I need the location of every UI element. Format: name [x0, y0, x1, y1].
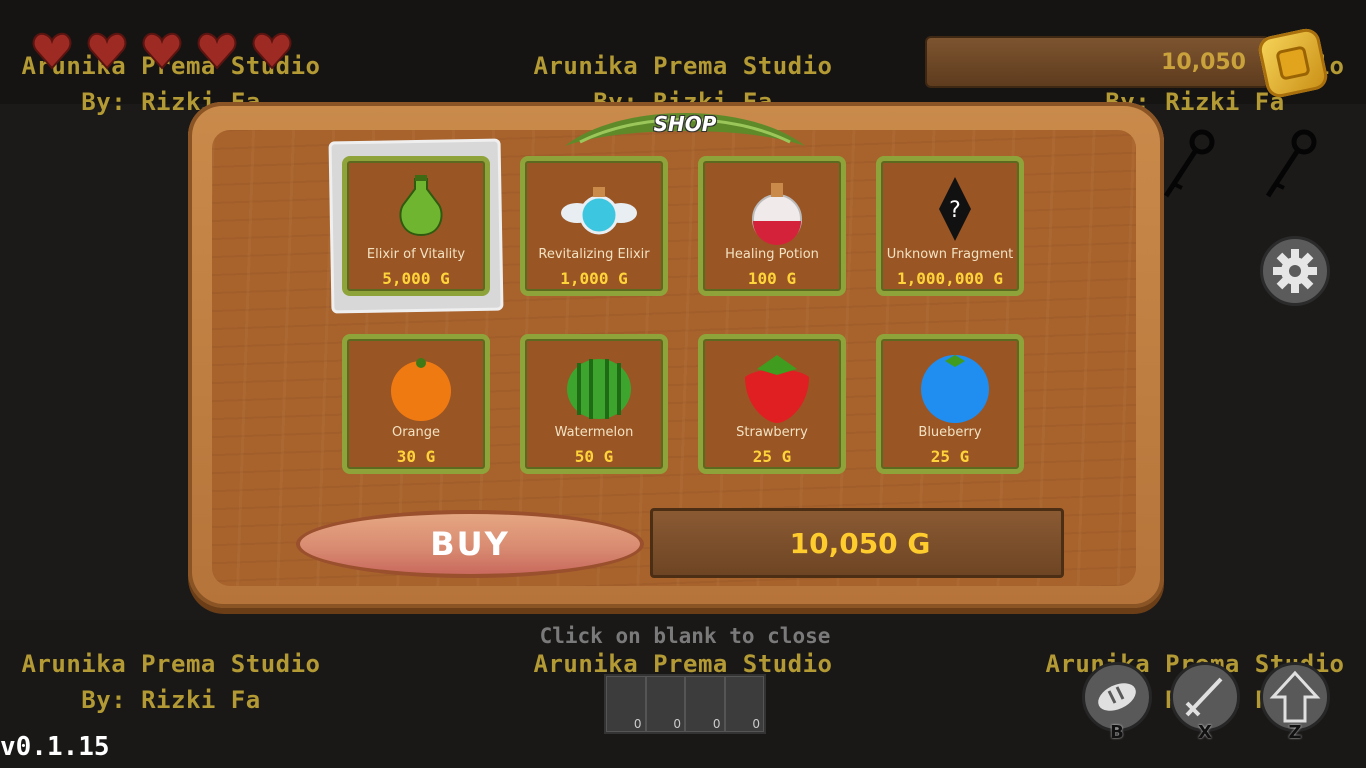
- shop-item-price: 1,000,000 G: [897, 269, 1003, 288]
- inventory-slot[interactable]: 0: [685, 676, 725, 732]
- version-label: v0.1.15: [0, 732, 110, 762]
- total-price-board: 10,050 G: [650, 508, 1064, 578]
- shop-item-slot[interactable]: Orange 30 G: [342, 334, 490, 474]
- coin-icon: [1256, 26, 1330, 100]
- total-price: 10,050 G: [789, 527, 931, 560]
- watermark-studio: Arunika Prema Studio: [533, 52, 833, 80]
- up-arrow-icon: [1269, 670, 1321, 723]
- heart-icon: [142, 32, 182, 70]
- shop-item-slot[interactable]: Blueberry 25 G: [876, 334, 1024, 474]
- shop-title: SHOP: [653, 112, 717, 136]
- inventory-slot[interactable]: 0: [645, 676, 685, 732]
- inventory-slot[interactable]: 0: [606, 676, 646, 732]
- inventory-count: 0: [712, 717, 721, 731]
- heart-icon: [252, 32, 292, 70]
- watermelon-icon: [567, 359, 631, 419]
- shop-item-name: Strawberry: [736, 425, 808, 440]
- heart-icon: [32, 32, 72, 70]
- shop-item-price: 25 G: [930, 447, 970, 466]
- blueberry-icon: [921, 355, 989, 423]
- shop-item-price: 1,000 G: [560, 269, 628, 288]
- shop-item-slot[interactable]: Watermelon 50 G: [520, 334, 668, 474]
- heart-icon: [87, 32, 127, 70]
- shop-item-name: Revitalizing Elixir: [538, 247, 650, 262]
- heart-icon: [197, 32, 237, 70]
- key-icon: [1265, 129, 1317, 198]
- svg-text:?: ?: [949, 198, 961, 223]
- buy-button[interactable]: BUY: [296, 510, 644, 578]
- shop-item-name: Unknown Fragment: [886, 247, 1014, 262]
- shop-item-slot[interactable]: Revitalizing Elixir 1,000 G: [520, 156, 668, 296]
- buy-button-label: BUY: [430, 525, 510, 563]
- winged-elixir-icon: [561, 187, 637, 235]
- action-key-x: X: [1198, 722, 1212, 743]
- green-elixir-icon: [399, 175, 443, 237]
- mystery-fragment-icon: ?: [939, 177, 971, 241]
- shop-item-name: Healing Potion: [725, 247, 819, 262]
- inventory-slot[interactable]: 0: [724, 676, 764, 732]
- shop-item-slot[interactable]: Strawberry 25 G: [698, 334, 846, 474]
- shop-item-name: Orange: [391, 425, 441, 440]
- gear-icon: [1273, 249, 1317, 293]
- action-key-z: Z: [1288, 722, 1302, 743]
- shop-item-slot[interactable]: Healing Potion 100 G: [698, 156, 846, 296]
- inventory-count: 0: [752, 717, 760, 731]
- inventory-count: 0: [633, 717, 642, 731]
- shop-item-price: 30 G: [396, 447, 436, 466]
- inventory-count: 0: [673, 717, 681, 731]
- sword-icon: [1185, 677, 1223, 717]
- shop-item-name: Blueberry: [918, 425, 982, 440]
- watermark-studio: Arunika Prema Studio: [21, 650, 321, 678]
- coin-counter: 10,050: [925, 36, 1270, 88]
- watermark-author: By: Rizki Fa: [81, 686, 261, 714]
- settings-button[interactable]: [1260, 236, 1330, 306]
- inventory-bar: 0 0 0 0: [604, 674, 766, 734]
- bread-icon: [1098, 683, 1136, 711]
- red-potion-icon: [752, 183, 802, 245]
- shop-item-price: 100 G: [747, 269, 797, 288]
- shop-item-price: 50 G: [574, 447, 614, 466]
- action-key-b: B: [1110, 722, 1124, 743]
- strawberry-icon: [745, 355, 809, 423]
- shop-item-name: Elixir of Vitality: [366, 247, 466, 262]
- shop-item-slot[interactable]: ? Unknown Fragment 1,000,000 G: [876, 156, 1024, 296]
- key-icon: [1163, 129, 1215, 198]
- shop-item-slot[interactable]: Elixir of Vitality 5,000 G: [342, 156, 490, 296]
- orange-icon: [391, 358, 451, 421]
- shop-item-price: 5,000 G: [382, 269, 450, 288]
- coin-amount: 10,050: [1161, 50, 1246, 75]
- close-hint: Click on blank to close: [539, 624, 831, 648]
- shop-item-name: Watermelon: [554, 425, 634, 440]
- shop-item-price: 25 G: [752, 447, 792, 466]
- health-hearts: [32, 32, 292, 70]
